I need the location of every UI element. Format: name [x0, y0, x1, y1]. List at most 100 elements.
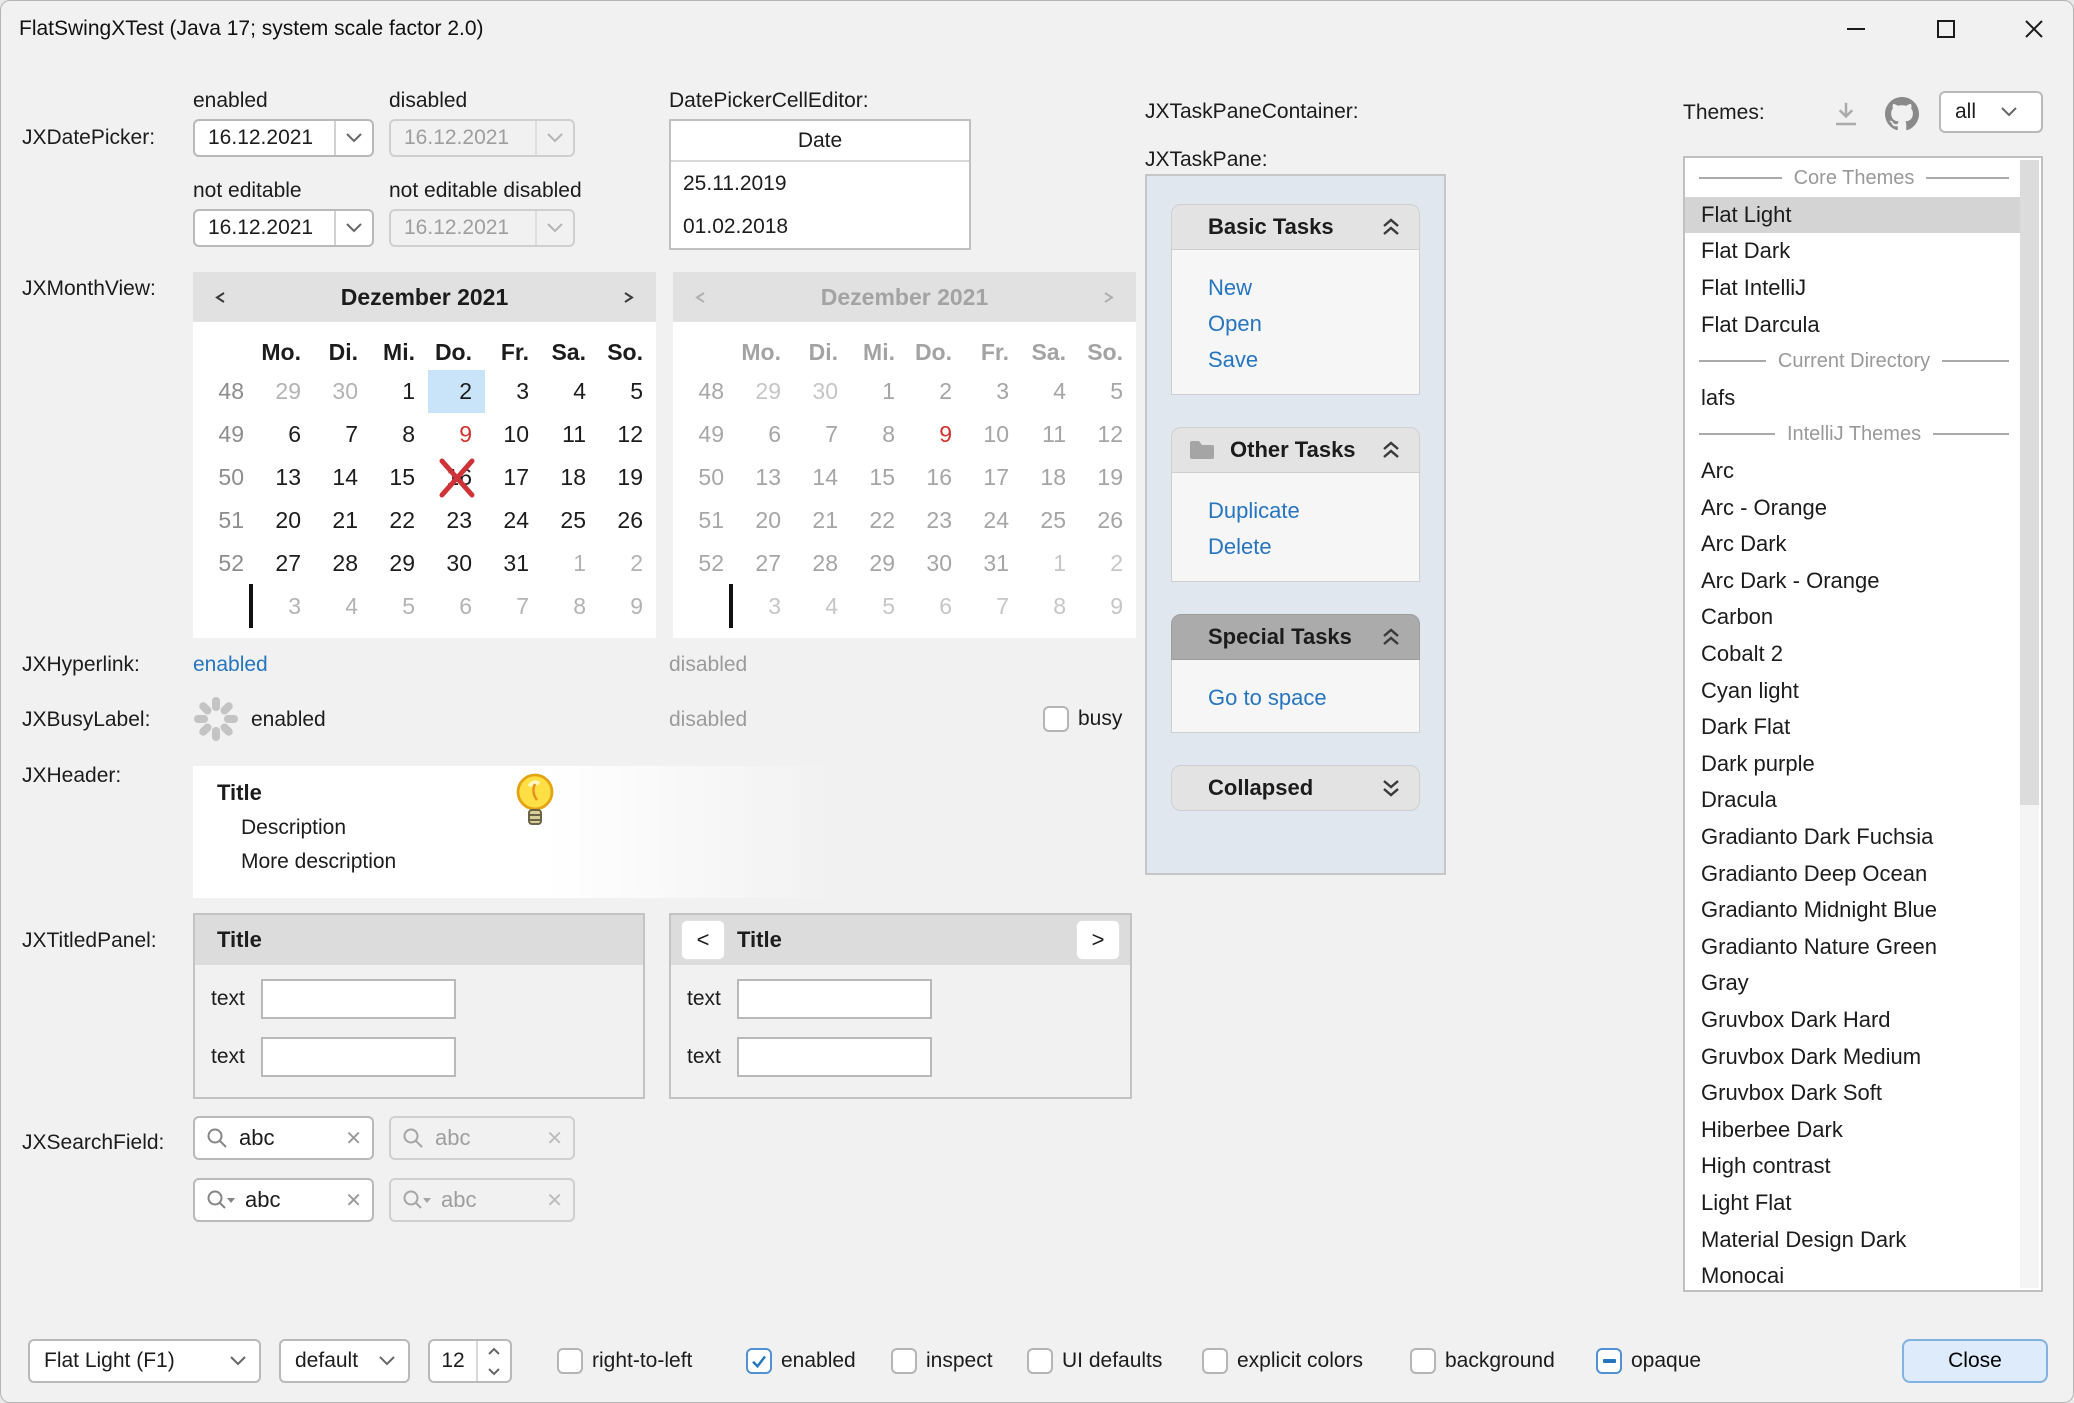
theme-item[interactable]: Dracula	[1685, 782, 2023, 819]
chevron-down-icon[interactable]	[334, 211, 372, 245]
theme-item[interactable]: Flat IntelliJ	[1685, 270, 2023, 307]
day-cell[interactable]: 23	[428, 499, 485, 542]
lookandfeel-combobox[interactable]: Flat Light (F1)	[28, 1339, 261, 1383]
day-cell[interactable]: 5	[371, 585, 428, 628]
spinner-up-button[interactable]	[478, 1341, 510, 1361]
checkbox-right-to-left[interactable]	[557, 1348, 583, 1374]
maximize-button[interactable]	[1915, 1, 1977, 56]
task-link-new[interactable]: New	[1208, 270, 1419, 306]
theme-item[interactable]: Monocai	[1685, 1258, 2023, 1292]
spinner-down-button[interactable]	[478, 1361, 510, 1381]
day-cell[interactable]: 24	[485, 499, 542, 542]
text-input[interactable]	[261, 1037, 456, 1077]
day-cell[interactable]: 10	[485, 413, 542, 456]
theme-item[interactable]: Gradianto Midnight Blue	[1685, 892, 2023, 929]
table-row[interactable]: 25.11.2019	[671, 162, 969, 205]
theme-item[interactable]: Dark Flat	[1685, 709, 2023, 746]
next-month-button[interactable]	[618, 291, 638, 304]
day-cell[interactable]: 7	[485, 585, 542, 628]
task-link-open[interactable]: Open	[1208, 306, 1419, 342]
taskpane-header[interactable]: Other Tasks	[1171, 427, 1420, 473]
day-cell[interactable]: 30	[314, 370, 371, 413]
font-size-spinner[interactable]: 12	[428, 1339, 512, 1383]
day-cell[interactable]: 29	[371, 542, 428, 585]
theme-item[interactable]: High contrast	[1685, 1148, 2023, 1185]
text-input[interactable]	[737, 1037, 932, 1077]
day-cell[interactable]: 3	[257, 585, 314, 628]
chevron-down-icon[interactable]	[334, 121, 372, 155]
task-link-delete[interactable]: Delete	[1208, 529, 1419, 565]
day-cell[interactable]: 4	[542, 370, 599, 413]
theme-item[interactable]: Arc Dark	[1685, 526, 2023, 563]
checkbox-opaque[interactable]	[1596, 1348, 1622, 1374]
titledpanel-left-button[interactable]: <	[681, 920, 725, 960]
day-cell[interactable]: 2	[599, 542, 656, 585]
theme-item[interactable]: Gruvbox Dark Soft	[1685, 1075, 2023, 1112]
scale-combobox[interactable]: default	[279, 1339, 410, 1383]
titledpanel-right-button[interactable]: >	[1076, 920, 1120, 960]
datepicker-not-editable[interactable]: 16.12.2021	[193, 209, 374, 247]
table-row[interactable]: 01.02.2018	[671, 205, 969, 248]
search-input[interactable]: abc	[229, 1125, 345, 1151]
theme-item[interactable]: Cyan light	[1685, 672, 2023, 709]
clear-icon[interactable]: ✕	[345, 1126, 362, 1151]
day-cell[interactable]: 22	[371, 499, 428, 542]
theme-item[interactable]: Arc - Orange	[1685, 489, 2023, 526]
search-menu-icon[interactable]	[205, 1188, 235, 1212]
taskpane-header[interactable]: Special Tasks	[1171, 614, 1420, 660]
day-cell[interactable]: 9	[599, 585, 656, 628]
task-link-go-to-space[interactable]: Go to space	[1208, 680, 1419, 716]
scrollbar[interactable]	[2020, 160, 2039, 1288]
day-cell[interactable]: 1	[542, 542, 599, 585]
day-cell[interactable]: 19	[599, 456, 656, 499]
scrollbar-thumb[interactable]	[2020, 160, 2039, 805]
day-cell[interactable]: 14	[314, 456, 371, 499]
chevron-double-up-icon[interactable]	[1379, 626, 1403, 648]
theme-item[interactable]: Gradianto Nature Green	[1685, 928, 2023, 965]
day-cell[interactable]: 21	[314, 499, 371, 542]
theme-item[interactable]: Flat Darcula	[1685, 306, 2023, 343]
theme-item[interactable]: Gradianto Dark Fuchsia	[1685, 819, 2023, 856]
day-cell[interactable]: 16	[428, 456, 485, 499]
hyperlink-enabled[interactable]: enabled	[193, 653, 268, 677]
search-input[interactable]: abc	[235, 1187, 345, 1213]
text-input[interactable]	[261, 979, 456, 1019]
download-icon[interactable]	[1831, 99, 1861, 129]
day-cell[interactable]: 11	[542, 413, 599, 456]
task-link-save[interactable]: Save	[1208, 342, 1419, 378]
day-cell[interactable]: 28	[314, 542, 371, 585]
day-cell[interactable]: 13	[257, 456, 314, 499]
day-cell[interactable]: 5	[599, 370, 656, 413]
theme-item[interactable]: Gruvbox Dark Hard	[1685, 1002, 2023, 1039]
theme-item[interactable]: Flat Dark	[1685, 233, 2023, 270]
theme-item[interactable]: Gruvbox Dark Medium	[1685, 1038, 2023, 1075]
day-cell[interactable]: 25	[542, 499, 599, 542]
day-cell[interactable]: 2	[428, 370, 485, 413]
theme-item[interactable]: Gradianto Deep Ocean	[1685, 855, 2023, 892]
search-field-with-menu[interactable]: abc ✕	[193, 1178, 374, 1222]
search-field[interactable]: abc ✕	[193, 1116, 374, 1160]
checkbox-enabled[interactable]	[746, 1348, 772, 1374]
busy-checkbox[interactable]	[1043, 706, 1069, 732]
theme-item[interactable]: Material Design Dark	[1685, 1221, 2023, 1258]
day-cell[interactable]: 15	[371, 456, 428, 499]
day-cell[interactable]: 20	[257, 499, 314, 542]
close-window-button[interactable]	[2003, 1, 2065, 56]
task-link-duplicate[interactable]: Duplicate	[1208, 493, 1419, 529]
day-cell[interactable]: 27	[257, 542, 314, 585]
github-icon[interactable]	[1885, 97, 1919, 131]
theme-item[interactable]: Dark purple	[1685, 746, 2023, 783]
day-cell[interactable]: 17	[485, 456, 542, 499]
theme-item[interactable]: Carbon	[1685, 599, 2023, 636]
previous-month-button[interactable]	[211, 291, 231, 304]
clear-icon[interactable]: ✕	[345, 1188, 362, 1213]
chevron-double-down-icon[interactable]	[1379, 777, 1403, 799]
day-cell[interactable]: 31	[485, 542, 542, 585]
theme-item[interactable]: Flat Light	[1685, 197, 2023, 234]
taskpane-header[interactable]: Basic Tasks	[1171, 204, 1420, 250]
day-cell[interactable]: 9	[428, 413, 485, 456]
day-cell[interactable]: 8	[542, 585, 599, 628]
theme-item[interactable]: Light Flat	[1685, 1185, 2023, 1222]
day-cell[interactable]: 12	[599, 413, 656, 456]
theme-item[interactable]: lafs	[1685, 380, 2023, 417]
